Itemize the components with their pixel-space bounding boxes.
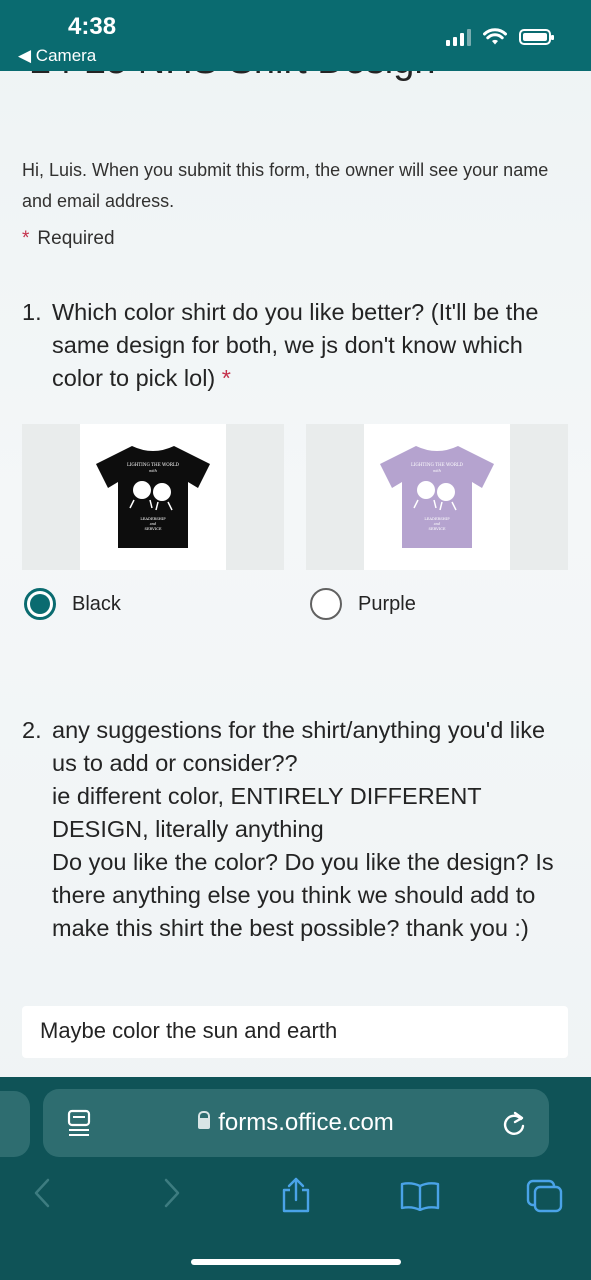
lock-icon: [198, 1111, 211, 1129]
status-bar: 4:38 ◀ Camera: [0, 0, 591, 71]
shirt-text-with: with: [433, 469, 441, 473]
shirt-text-with: with: [149, 469, 157, 473]
safari-bottom-bar: forms.office.com: [0, 1077, 591, 1280]
option-purple[interactable]: Purple: [310, 588, 416, 620]
radio-black-selected[interactable]: [24, 588, 56, 620]
shirt-image-purple: LIGHTING THE WORLD with LEADERSHIP and S…: [364, 424, 510, 570]
battery-icon: [519, 29, 554, 45]
wifi-icon: [483, 28, 507, 45]
url-text: forms.office.com: [218, 1109, 394, 1136]
url-display[interactable]: forms.office.com: [43, 1109, 549, 1137]
question-2: 2. any suggestions for the shirt/anythin…: [22, 714, 567, 945]
cellular-signal-icon: [446, 28, 471, 46]
back-to-camera-link[interactable]: ◀ Camera: [18, 46, 96, 66]
tshirt-icon: LIGHTING THE WORLD with LEADERSHIP and S…: [96, 446, 210, 548]
home-indicator: [191, 1259, 401, 1265]
required-label: Required: [37, 228, 115, 249]
reload-icon[interactable]: [501, 1109, 527, 1137]
address-bar[interactable]: forms.office.com: [43, 1089, 549, 1157]
status-icons: [446, 28, 554, 46]
question-1: 1. Which color shirt do you like better?…: [22, 296, 567, 395]
required-legend: * Required: [22, 228, 115, 250]
back-arrow-icon[interactable]: [32, 1177, 52, 1209]
form-intro: Hi, Luis. When you submit this form, the…: [22, 160, 549, 211]
tshirt-icon: LIGHTING THE WORLD with LEADERSHIP and S…: [380, 446, 494, 548]
option-label-purple: Purple: [358, 592, 416, 615]
safari-toolbar: [0, 1177, 591, 1217]
question-number: 1.: [22, 299, 42, 325]
previous-tab-pill[interactable]: [0, 1091, 30, 1157]
required-star: *: [22, 228, 30, 249]
option-black[interactable]: Black: [24, 588, 121, 620]
status-time: 4:38: [68, 13, 117, 40]
answer-text-field[interactable]: Maybe color the sun and earth: [22, 1006, 568, 1058]
tabs-icon[interactable]: [526, 1179, 564, 1213]
shirt-text-bottom1: LEADERSHIP: [140, 517, 166, 521]
radio-purple[interactable]: [310, 588, 342, 620]
shirt-text-and: and: [434, 522, 441, 526]
shirt-text-bottom2: SERVICE: [428, 527, 445, 531]
share-icon[interactable]: [280, 1177, 312, 1213]
shirt-image-black: LIGHTING THE WORLD with LEADERSHIP and S…: [80, 424, 226, 570]
question-number: 2.: [22, 717, 42, 743]
bookmarks-icon[interactable]: [400, 1181, 440, 1211]
shirt-text-top: LIGHTING THE WORLD: [127, 462, 180, 467]
forward-arrow-icon[interactable]: [162, 1177, 182, 1209]
shirt-text-bottom1: LEADERSHIP: [424, 517, 450, 521]
shirt-text-top: LIGHTING THE WORLD: [411, 462, 464, 467]
shirt-text-bottom2: SERVICE: [144, 527, 161, 531]
question-1-text: Which color shirt do you like better? (I…: [52, 299, 539, 391]
required-star: *: [221, 365, 231, 391]
choice-image-purple[interactable]: LIGHTING THE WORLD with LEADERSHIP and S…: [306, 424, 568, 570]
question-2-text: any suggestions for the shirt/anything y…: [52, 717, 554, 941]
question-text: Which color shirt do you like better? (I…: [52, 296, 567, 395]
shirt-text-and: and: [150, 522, 157, 526]
choice-image-black[interactable]: LIGHTING THE WORLD with LEADERSHIP and S…: [22, 424, 284, 570]
option-label-black: Black: [72, 592, 121, 615]
